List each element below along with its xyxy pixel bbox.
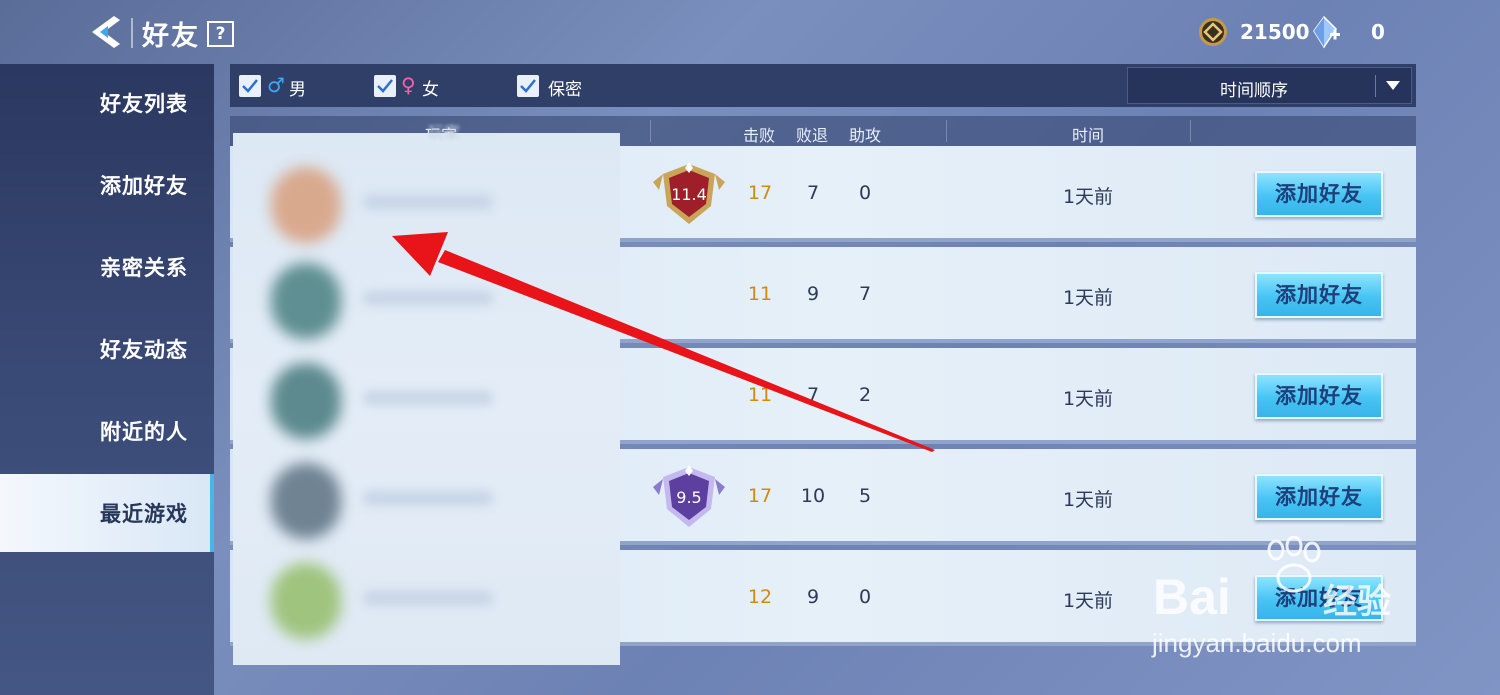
baidu-watermark: Bai 经验 jingyan.baidu.com (1148, 536, 1418, 666)
paw-icon (1267, 536, 1321, 593)
watermark-brand-cn: 经验 (1323, 582, 1391, 622)
watermark-brand: Bai (1153, 569, 1231, 625)
watermark-url: jingyan.baidu.com (1152, 628, 1362, 658)
